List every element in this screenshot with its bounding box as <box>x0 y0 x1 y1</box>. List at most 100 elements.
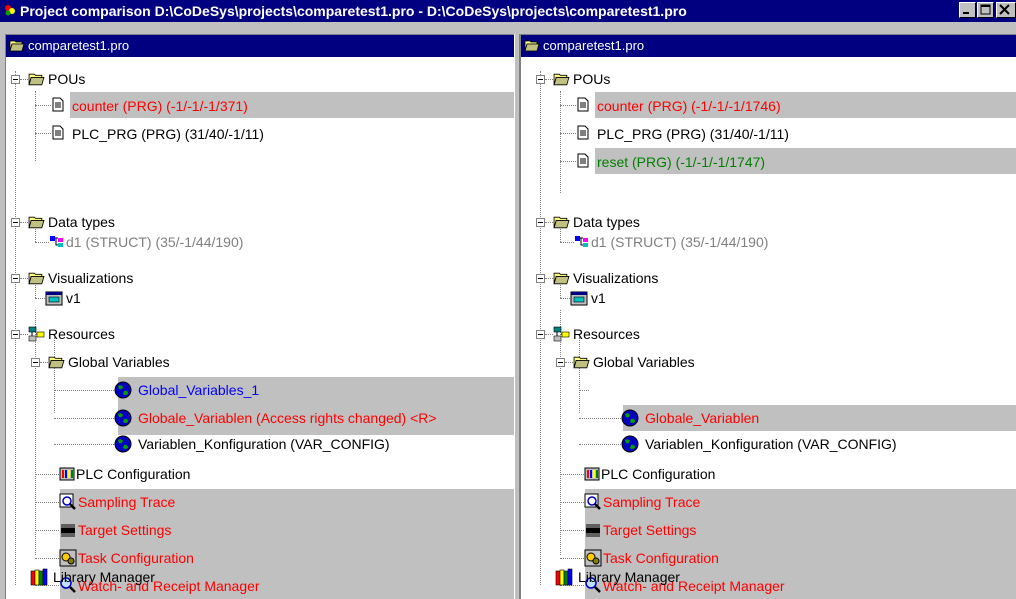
expand-toggle[interactable] <box>11 75 20 84</box>
tree-line <box>35 530 59 531</box>
tree-line <box>545 222 553 223</box>
datatype-item-d1[interactable]: d1 (STRUCT) (35/-1/44/190) <box>591 234 768 250</box>
folder-open-icon <box>573 356 590 369</box>
pou-document-icon <box>577 125 589 140</box>
tree-line <box>545 79 553 80</box>
expand-toggle[interactable] <box>11 218 20 227</box>
resources-icon <box>28 326 45 342</box>
tree-line <box>579 337 580 413</box>
tree-line <box>35 91 36 161</box>
sampling-trace-label[interactable]: Sampling Trace <box>78 494 175 510</box>
close-icon <box>999 4 1010 15</box>
tree-line <box>40 362 48 363</box>
window-title: Project comparison D:\CoDeSys\projects\c… <box>20 3 687 19</box>
globe-icon <box>621 409 639 427</box>
library-manager-label[interactable]: Library Manager <box>53 569 155 585</box>
pou-item-counter[interactable]: counter (PRG) (-1/-1/-1/1746) <box>597 98 781 114</box>
visualizations-folder-label[interactable]: Visualizations <box>573 270 658 286</box>
pous-folder-label[interactable]: POUs <box>573 71 610 87</box>
vis-item-v1[interactable]: v1 <box>66 290 81 306</box>
tree-line <box>54 337 55 413</box>
tree-line <box>560 298 570 299</box>
maximize-button[interactable] <box>977 2 994 18</box>
resources-folder-label[interactable]: Resources <box>48 326 115 342</box>
library-manager-label[interactable]: Library Manager <box>578 569 680 585</box>
pou-item-plc-prg[interactable]: PLC_PRG (PRG) (31/40/-1/11) <box>597 126 789 142</box>
minimize-button[interactable] <box>959 2 976 18</box>
expand-toggle[interactable] <box>11 330 20 339</box>
data-types-folder-label[interactable]: Data types <box>48 214 115 230</box>
tree-line <box>565 362 573 363</box>
pou-item-counter[interactable]: counter (PRG) (-1/-1/-1/371) <box>72 98 248 114</box>
task-configuration-label[interactable]: Task Configuration <box>603 550 719 566</box>
global-variables-folder-label[interactable]: Global Variables <box>68 354 170 370</box>
pou-item-plc-prg[interactable]: PLC_PRG (PRG) (31/40/-1/11) <box>72 126 264 142</box>
visualizations-folder-label[interactable]: Visualizations <box>48 270 133 286</box>
expand-toggle[interactable] <box>556 358 565 367</box>
pou-document-icon <box>52 97 64 112</box>
tree-line <box>20 222 28 223</box>
tree-line <box>35 298 45 299</box>
sampling-trace-label[interactable]: Sampling Trace <box>603 494 700 510</box>
resources-folder-label[interactable]: Resources <box>573 326 640 342</box>
tree-line <box>35 105 51 106</box>
library-icon <box>30 568 48 586</box>
datatype-item-d1[interactable]: d1 (STRUCT) (35/-1/44/190) <box>66 234 243 250</box>
right-project-tree[interactable]: comparetest1.pro POUs counter (PRG) (-1/… <box>520 34 1016 599</box>
expand-toggle[interactable] <box>536 218 545 227</box>
expand-toggle[interactable] <box>536 330 545 339</box>
expand-toggle[interactable] <box>31 358 40 367</box>
tree-line <box>35 502 59 503</box>
left-tree-root[interactable]: comparetest1.pro <box>6 35 514 57</box>
tree-line <box>35 558 59 559</box>
global-variables-folder-label[interactable]: Global Variables <box>593 354 695 370</box>
struct-icon <box>575 236 588 247</box>
plc-configuration-label[interactable]: PLC Configuration <box>601 466 715 482</box>
codesys-app-icon <box>5 5 15 16</box>
task-configuration-label[interactable]: Task Configuration <box>78 550 194 566</box>
tree-line <box>560 310 561 555</box>
right-tree-root[interactable]: comparetest1.pro <box>521 35 1016 57</box>
gv-item-globale-variablen[interactable]: Globale_Variablen (Access rights changed… <box>138 410 437 426</box>
task-configuration-icon <box>59 549 77 567</box>
expand-toggle[interactable] <box>536 75 545 84</box>
title-bar[interactable]: Project comparison D:\CoDeSys\projects\c… <box>0 0 1016 22</box>
tree-line <box>540 71 541 585</box>
gv-item-global-variables-1[interactable]: Global_Variables_1 <box>138 382 259 398</box>
folder-open-icon <box>28 272 45 285</box>
gv-item-globale-variablen[interactable]: Globale_Variablen <box>645 410 759 426</box>
plc-configuration-icon <box>59 467 75 481</box>
sampling-trace-icon <box>59 493 76 510</box>
pous-folder-label[interactable]: POUs <box>48 71 85 87</box>
tree-line <box>579 418 621 419</box>
pou-document-icon <box>52 125 64 140</box>
target-settings-label[interactable]: Target Settings <box>78 522 171 538</box>
gv-item-variablen-konfiguration[interactable]: Variablen_Konfiguration (VAR_CONFIG) <box>138 436 390 452</box>
pou-item-reset[interactable]: reset (PRG) (-1/-1/-1/1747) <box>597 154 765 170</box>
left-project-tree[interactable]: comparetest1.pro POUs counter (PRG) (-1/… <box>5 34 514 599</box>
tree-line <box>560 474 584 475</box>
data-types-folder-label[interactable]: Data types <box>573 214 640 230</box>
maximize-icon <box>980 4 991 15</box>
plc-configuration-label[interactable]: PLC Configuration <box>76 466 190 482</box>
project-comparison-window: Project comparison D:\CoDeSys\projects\c… <box>0 0 1016 599</box>
expand-toggle[interactable] <box>11 274 20 283</box>
expand-toggle[interactable] <box>536 274 545 283</box>
tree-line <box>20 79 28 80</box>
tree-line <box>560 91 561 193</box>
close-button[interactable] <box>996 2 1016 18</box>
target-settings-label[interactable]: Target Settings <box>603 522 696 538</box>
target-settings-icon <box>61 524 75 537</box>
tree-line <box>560 502 584 503</box>
tree-line <box>560 133 576 134</box>
vis-item-v1[interactable]: v1 <box>591 290 606 306</box>
tree-line <box>560 530 584 531</box>
tree-line <box>579 444 621 445</box>
minimize-icon <box>963 12 969 14</box>
gv-item-variablen-konfiguration[interactable]: Variablen_Konfiguration (VAR_CONFIG) <box>645 436 897 452</box>
tree-line <box>54 418 114 419</box>
plc-configuration-icon <box>584 467 600 481</box>
pou-document-icon <box>577 97 589 112</box>
visualization-icon <box>570 291 588 306</box>
pou-document-icon <box>577 153 589 168</box>
